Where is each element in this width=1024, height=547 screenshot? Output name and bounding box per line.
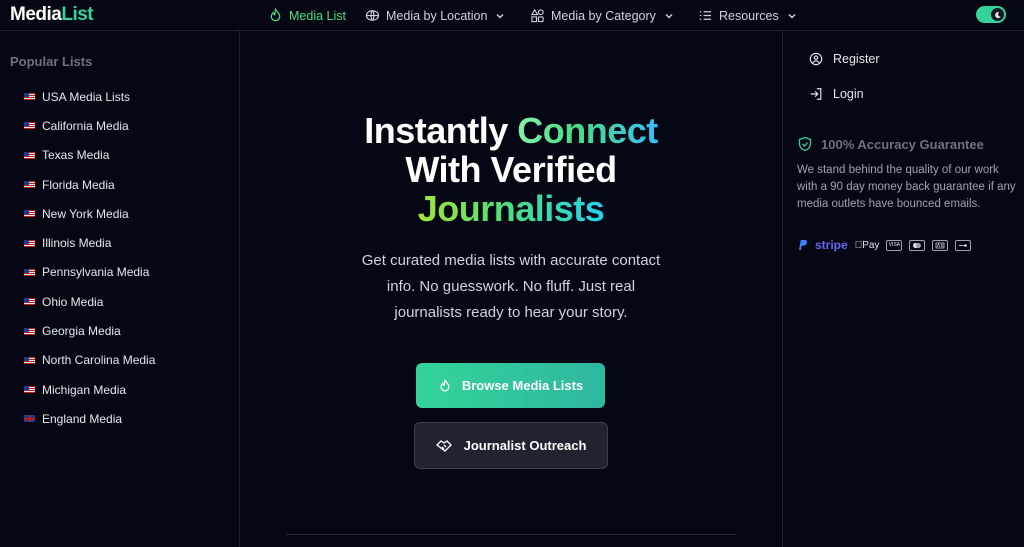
top-navigation-bar: MediaList Media List Media by Location M… [0, 0, 1024, 31]
us-flag-icon [24, 268, 35, 276]
apple-pay-label: Pay [854, 239, 879, 251]
register-link[interactable]: Register [809, 52, 880, 66]
globe-icon [365, 10, 380, 21]
guarantee-title: 100% Accuracy Guarantee [797, 136, 984, 152]
sidebar-item-illinois-media[interactable]: Illinois Media [24, 228, 155, 257]
us-flag-icon [24, 298, 35, 306]
us-flag-icon [24, 210, 35, 218]
theme-toggle[interactable] [976, 6, 1006, 23]
section-divider [286, 534, 736, 535]
nav-resources-label: Resources [719, 8, 779, 23]
sidebar-item-label: Ohio Media [42, 294, 104, 309]
nav-media-list[interactable]: Media List [268, 0, 346, 31]
sidebar-title: Popular Lists [10, 54, 93, 69]
main-content: Instantly Connect With Verified Journali… [241, 31, 781, 547]
us-flag-icon [24, 151, 35, 159]
register-label: Register [833, 52, 880, 66]
sidebar-item-label: Texas Media [42, 148, 110, 163]
sidebar-item-georgia-media[interactable]: Georgia Media [24, 316, 155, 345]
paypal-icon [799, 240, 807, 250]
sidebar-item-label: Michigan Media [42, 382, 127, 397]
fire-icon [270, 8, 281, 22]
sidebar-item-england-media[interactable]: England Media [24, 404, 155, 433]
us-flag-icon [24, 122, 35, 130]
hero-line3-accent: Journalists [417, 188, 605, 229]
sidebar-item-ohio-media[interactable]: Ohio Media [24, 287, 155, 316]
amex-icon [932, 239, 949, 251]
us-flag-icon [24, 386, 35, 394]
mastercard-icon [909, 239, 926, 251]
user-circle-icon [809, 52, 823, 66]
hero-line1-accent: Connect [517, 110, 658, 151]
apple-pay-icon: Pay [855, 240, 880, 251]
sidebar-item-texas-media[interactable]: Texas Media [24, 141, 155, 170]
hero-heading: Instantly Connect With Verified Journali… [241, 111, 781, 228]
sidebar: Popular Lists USA Media Lists California… [0, 31, 240, 547]
journalist-outreach-button[interactable]: Journalist Outreach [414, 422, 608, 469]
journalist-outreach-label: Journalist Outreach [463, 438, 587, 453]
sidebar-item-label: Pennsylvania Media [42, 265, 150, 280]
sidebar-item-label: Georgia Media [42, 324, 121, 339]
guarantee-title-label: 100% Accuracy Guarantee [821, 136, 984, 152]
sidebar-item-usa-media-lists[interactable]: USA Media Lists [24, 82, 155, 111]
popular-lists: USA Media Lists California Media Texas M… [24, 82, 155, 434]
hero-line1-plain: Instantly [364, 110, 518, 151]
sidebar-item-florida-media[interactable]: Florida Media [24, 170, 155, 199]
right-panel: Register Login 100% Accuracy Guarantee W… [782, 31, 1024, 547]
us-flag-icon [24, 327, 35, 335]
us-flag-icon [24, 356, 35, 364]
visa-icon: VISA [886, 239, 903, 251]
browse-media-lists-button[interactable]: Browse Media Lists [416, 363, 605, 408]
sidebar-item-label: England Media [42, 411, 123, 426]
guarantee-text: We stand behind the quality of our work … [797, 164, 1016, 210]
sidebar-item-label: California Media [42, 118, 129, 133]
sidebar-item-label: Illinois Media [42, 236, 112, 251]
handshake-icon [435, 439, 452, 452]
nav-media-by-category[interactable]: Media by Category [530, 0, 674, 31]
moon-icon [991, 8, 1004, 21]
payment-methods: stripe Pay VISA [797, 238, 972, 252]
discover-icon [955, 239, 972, 251]
sidebar-item-label: Florida Media [42, 177, 115, 192]
sidebar-item-michigan-media[interactable]: Michigan Media [24, 375, 155, 404]
sidebar-item-new-york-media[interactable]: New York Media [24, 199, 155, 228]
sidebar-item-california-media[interactable]: California Media [24, 111, 155, 140]
nav-media-by-category-label: Media by Category [551, 8, 656, 23]
us-flag-icon [24, 239, 35, 247]
chevron-down-icon [496, 13, 504, 18]
nav-media-list-label: Media List [289, 8, 346, 23]
sidebar-item-label: New York Media [42, 206, 129, 221]
logo[interactable]: MediaList [10, 4, 94, 26]
sidebar-item-label: North Carolina Media [42, 353, 156, 368]
shield-check-icon [798, 136, 812, 152]
sidebar-item-north-carolina-media[interactable]: North Carolina Media [24, 346, 155, 375]
browse-media-lists-label: Browse Media Lists [461, 378, 584, 393]
chevron-down-icon [788, 13, 796, 18]
logo-main-text: Media [10, 4, 62, 25]
hero-subtext: Get curated media lists with accurate co… [361, 252, 661, 321]
chevron-down-icon [665, 13, 673, 18]
login-label: Login [833, 87, 864, 101]
us-flag-icon [24, 93, 35, 101]
nav-media-by-location[interactable]: Media by Location [365, 0, 505, 31]
list-icon [699, 11, 712, 20]
uk-flag-icon [24, 415, 35, 423]
logo-accent-text: List [61, 4, 94, 25]
category-icon [530, 8, 544, 23]
us-flag-icon [24, 181, 35, 189]
sidebar-item-label: USA Media Lists [42, 89, 131, 104]
stripe-logo: stripe [815, 238, 848, 252]
sidebar-item-pennsylvania-media[interactable]: Pennsylvania Media [24, 258, 155, 287]
hero-line2: With Verified [405, 149, 617, 190]
nav-media-by-location-label: Media by Location [386, 8, 488, 23]
login-icon [810, 88, 822, 100]
login-link[interactable]: Login [809, 87, 864, 101]
nav-resources[interactable]: Resources [698, 0, 797, 31]
fire-icon [440, 378, 450, 391]
